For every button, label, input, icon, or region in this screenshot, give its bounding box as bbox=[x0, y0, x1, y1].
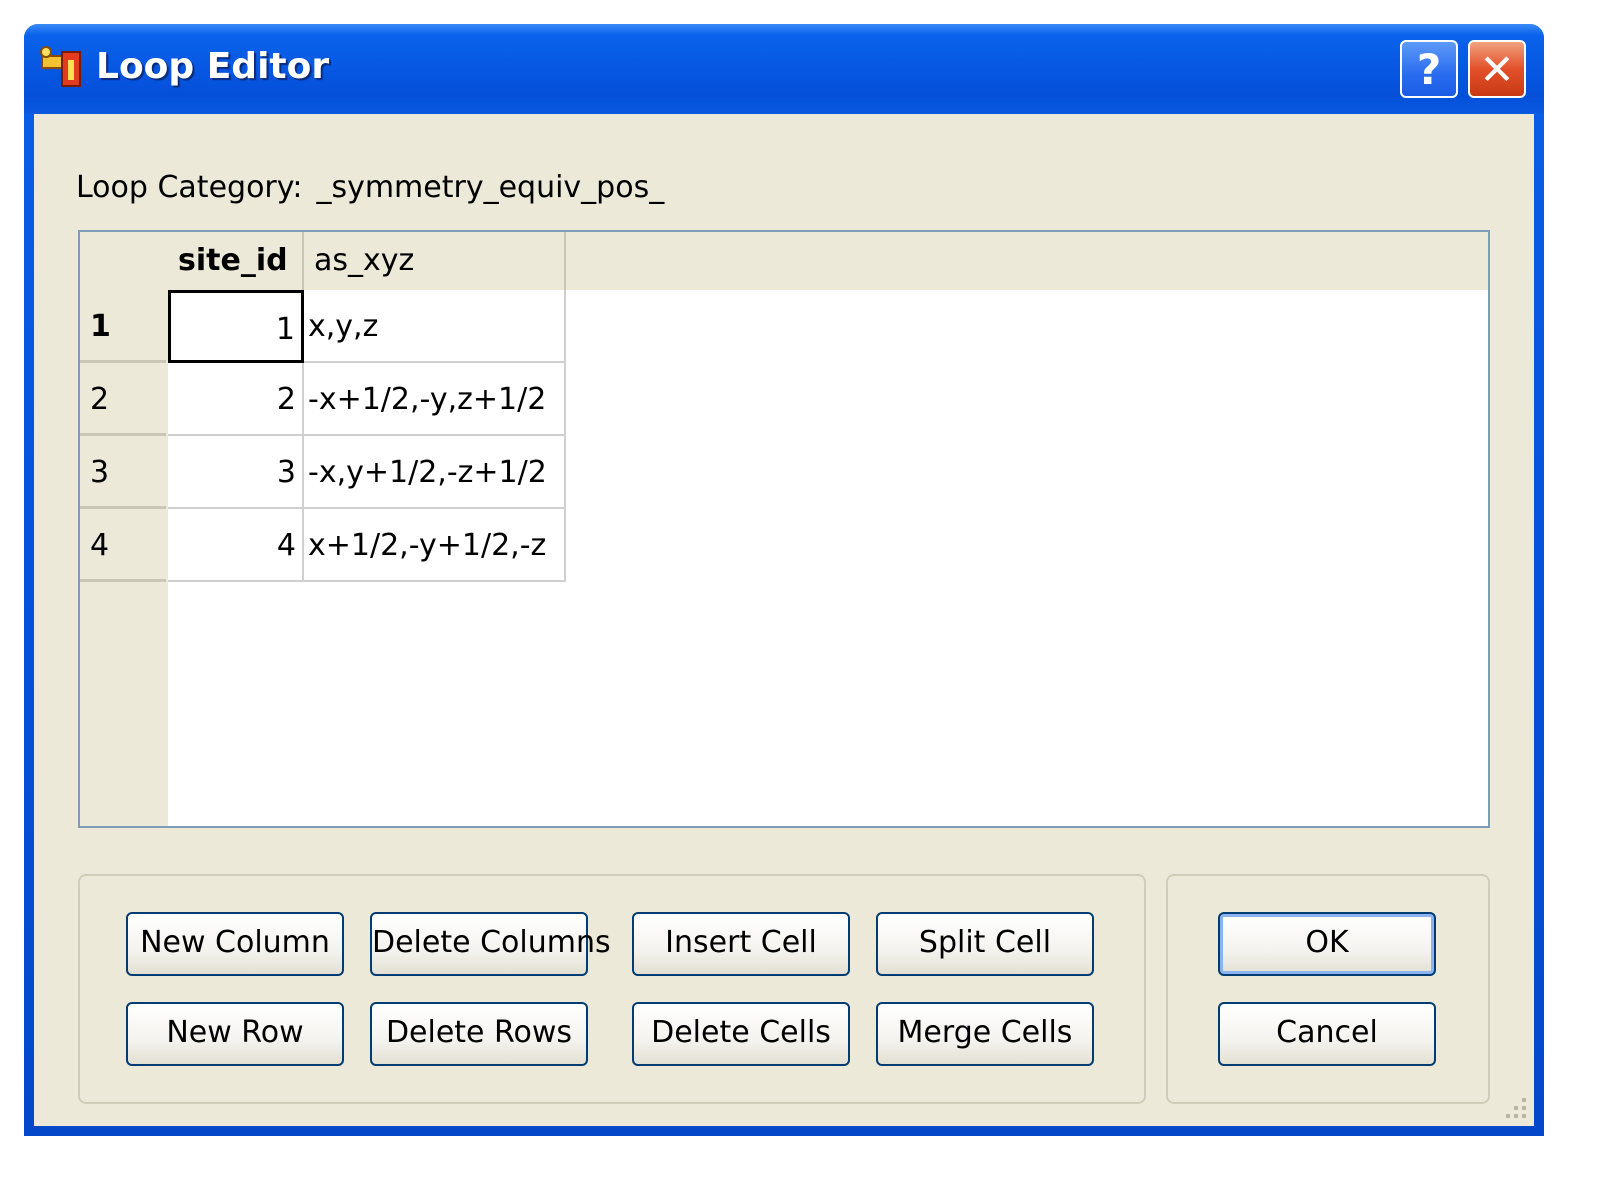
delete-rows-button[interactable]: Delete Rows bbox=[370, 1002, 588, 1066]
column-header-as-xyz[interactable]: as_xyz bbox=[304, 232, 566, 290]
dialog-client-area: Loop Category: _symmetry_equiv_pos_ site_… bbox=[34, 114, 1534, 1126]
cell-site-id-row-3[interactable]: 3 bbox=[168, 436, 304, 509]
window-title: Loop Editor bbox=[96, 46, 330, 87]
split-cell-button[interactable]: Split Cell bbox=[876, 912, 1094, 976]
row-header-2[interactable]: 2 bbox=[80, 363, 166, 436]
new-row-button[interactable]: New Row bbox=[126, 1002, 344, 1066]
help-button[interactable]: ? bbox=[1400, 40, 1458, 98]
cell-site-id-row-2[interactable]: 2 bbox=[168, 363, 304, 436]
cancel-button[interactable]: Cancel bbox=[1218, 1002, 1436, 1066]
close-icon: ✕ bbox=[1479, 44, 1515, 94]
ok-button[interactable]: OK bbox=[1218, 912, 1436, 976]
loop-category-value: _symmetry_equiv_pos_ bbox=[316, 170, 665, 205]
help-icon: ? bbox=[1416, 44, 1442, 94]
loop-category-label: Loop Category: bbox=[76, 170, 303, 205]
column-header-site-id[interactable]: site_id bbox=[168, 232, 304, 290]
delete-cells-button[interactable]: Delete Cells bbox=[632, 1002, 850, 1066]
loop-editor-window: Loop Editor ? ✕ Loop Category: _symmetry_… bbox=[24, 24, 1544, 1136]
cell-as-xyz-row-3[interactable]: -x,y+1/2,-z+1/2 bbox=[304, 436, 566, 509]
cell-site-id-row-1[interactable]: 1 bbox=[168, 290, 304, 363]
cell-as-xyz-row-4[interactable]: x+1/2,-y+1/2,-z bbox=[304, 509, 566, 582]
delete-columns-button[interactable]: Delete Columns bbox=[370, 912, 611, 976]
loop-table[interactable]: site_id as_xyz 1 2 3 4 1 x,y,z 2 -x+1/2,… bbox=[78, 230, 1490, 828]
loop-category-row: Loop Category: _symmetry_equiv_pos_ bbox=[76, 170, 664, 205]
title-bar[interactable]: Loop Editor ? ✕ bbox=[24, 24, 1544, 114]
table-corner[interactable] bbox=[80, 232, 168, 290]
cell-as-xyz-row-1[interactable]: x,y,z bbox=[304, 290, 566, 363]
close-button[interactable]: ✕ bbox=[1468, 40, 1526, 98]
loop-editor-app-icon bbox=[40, 46, 81, 87]
edit-actions-group: New Column Delete Columns Insert Cell Sp… bbox=[78, 874, 1146, 1104]
row-header-1[interactable]: 1 bbox=[80, 290, 166, 363]
cell-site-id-row-4[interactable]: 4 bbox=[168, 509, 304, 582]
dialog-actions-group: OK Cancel bbox=[1166, 874, 1490, 1104]
row-header-3[interactable]: 3 bbox=[80, 436, 166, 509]
resize-grip-icon[interactable] bbox=[1496, 1090, 1530, 1124]
new-column-button[interactable]: New Column bbox=[126, 912, 344, 976]
insert-cell-button[interactable]: Insert Cell bbox=[632, 912, 850, 976]
cell-as-xyz-row-2[interactable]: -x+1/2,-y,z+1/2 bbox=[304, 363, 566, 436]
merge-cells-button[interactable]: Merge Cells bbox=[876, 1002, 1094, 1066]
row-header-4[interactable]: 4 bbox=[80, 509, 166, 582]
